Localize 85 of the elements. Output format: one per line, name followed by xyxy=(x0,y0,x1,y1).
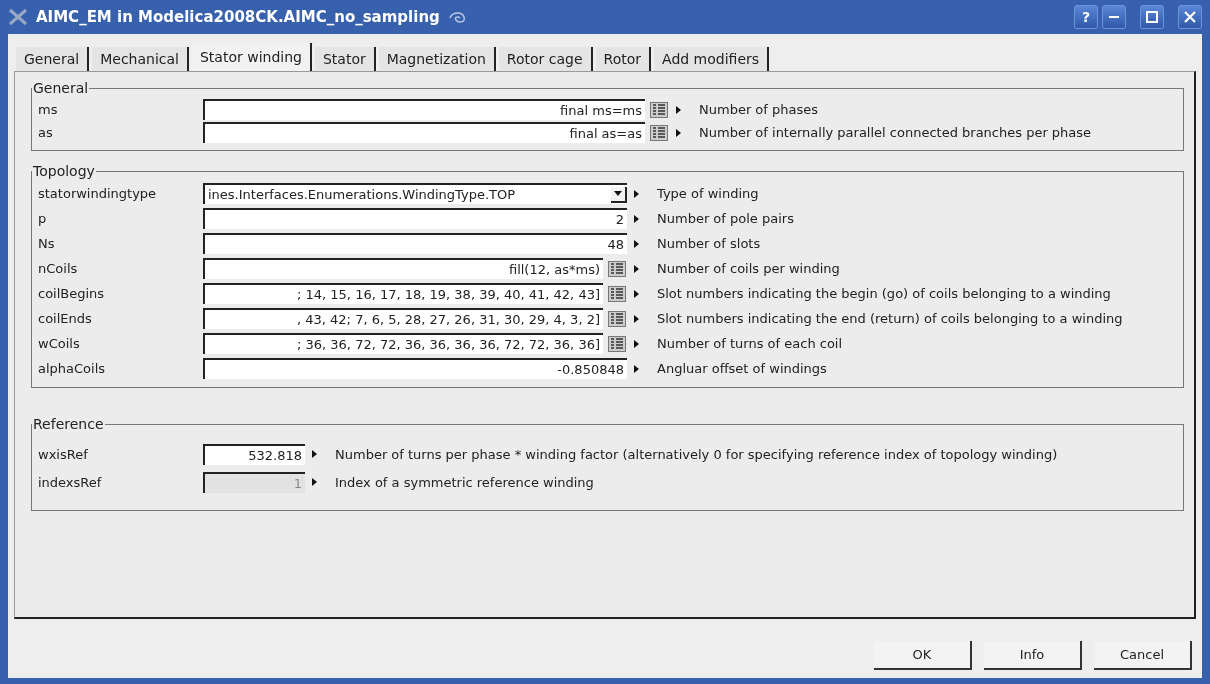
table-edit-button[interactable] xyxy=(607,284,627,303)
table-icon xyxy=(608,260,626,277)
tab[interactable]: Stator winding xyxy=(191,43,312,71)
close-button[interactable] xyxy=(1178,5,1202,29)
group-title: General xyxy=(32,80,90,96)
parameter-label: wCoils xyxy=(38,336,81,351)
parameter-description: Number of turns of each coil xyxy=(657,335,843,352)
value-field: 1 xyxy=(203,471,305,493)
maximize-icon xyxy=(1146,11,1158,23)
menu-arrow-icon[interactable] xyxy=(631,187,641,200)
menu-arrow-icon[interactable] xyxy=(673,103,683,116)
parameter-label: wxisRef xyxy=(38,446,89,462)
value-field[interactable]: fill(12, as*ms) xyxy=(203,258,603,279)
dialog-button[interactable]: Cancel xyxy=(1094,641,1192,670)
minimize-button[interactable] xyxy=(1102,5,1126,29)
value-field[interactable]: 2 xyxy=(203,208,627,229)
table-edit-button[interactable] xyxy=(607,259,627,278)
value-field[interactable]: , 43, 42; 7, 6, 5, 28, 27, 26, 31, 30, 29, 4, 3, 2] xyxy=(203,308,603,329)
parameter-description: Angluar offset of windings xyxy=(657,360,827,377)
parameter-label: nCoils xyxy=(38,261,79,276)
parameter-description: Number of internally parallel connected branches per phase xyxy=(699,124,1092,141)
table-icon xyxy=(650,124,668,141)
group-title: Reference xyxy=(32,416,105,432)
tab[interactable]: Rotor cage xyxy=(498,47,593,71)
parameter-description: Number of slots xyxy=(657,235,761,252)
tab[interactable]: Add modifiers xyxy=(654,47,770,71)
parameter-label: Ns xyxy=(38,236,56,251)
tab[interactable]: Mechanical xyxy=(92,47,189,71)
value-field[interactable]: -0.850848 xyxy=(203,358,627,379)
menu-arrow-icon[interactable] xyxy=(631,212,641,225)
table-edit-button[interactable] xyxy=(649,100,669,119)
dialog-button[interactable]: OK xyxy=(874,641,972,670)
parameter-label: as xyxy=(38,125,54,140)
parameter-description: Type of winding xyxy=(657,185,759,202)
parameter-description: Slot numbers indicating the end (return) of coils belonging to a winding xyxy=(657,310,1123,327)
parameter-label: p xyxy=(38,211,48,226)
parameter-label: alphaCoils xyxy=(38,361,107,376)
menu-arrow-icon[interactable] xyxy=(309,448,319,460)
parameter-label: coilBegins xyxy=(38,286,106,301)
tab[interactable]: General xyxy=(16,47,90,71)
menu-arrow-icon[interactable] xyxy=(631,337,641,350)
parameter-description: Number of pole pairs xyxy=(657,210,794,227)
parameter-label: statorwindingtype xyxy=(38,186,158,201)
table-icon xyxy=(608,285,626,302)
table-icon xyxy=(608,310,626,327)
table-edit-button[interactable] xyxy=(607,309,627,328)
table-edit-button[interactable] xyxy=(649,123,669,142)
value-field[interactable]: final as=as xyxy=(203,122,645,143)
dropdown-field[interactable]: ines.Interfaces.Enumerations.WindingType.TOP xyxy=(203,183,627,204)
help-button[interactable]: ? xyxy=(1074,5,1098,29)
swirl-icon xyxy=(447,10,466,24)
menu-arrow-icon[interactable] xyxy=(631,362,641,375)
value-field[interactable]: 48 xyxy=(203,233,627,254)
tab[interactable]: Rotor xyxy=(595,47,652,71)
parameter-description: Slot numbers indicating the begin (go) of coils belonging to a winding xyxy=(657,285,1111,302)
close-icon xyxy=(1184,11,1196,23)
menu-arrow-icon[interactable] xyxy=(631,237,641,250)
menu-arrow-icon[interactable] xyxy=(631,287,641,300)
parameter-description: Number of turns per phase * winding factor (alternatively 0 for specifying reference index of topology winding) xyxy=(335,445,1058,463)
minimize-icon xyxy=(1108,16,1120,18)
app-icon xyxy=(8,8,28,26)
parameter-label: indexsRef xyxy=(38,474,103,490)
parameter-label: ms xyxy=(38,102,59,117)
tab[interactable]: Stator xyxy=(314,47,376,71)
caret-icon xyxy=(614,190,622,197)
parameter-description: Number of phases xyxy=(699,101,819,118)
table-edit-button[interactable] xyxy=(607,334,627,353)
window-title: AIMC_EM in Modelica2008CK.AIMC_no_sampling xyxy=(36,8,440,26)
parameter-description: Number of coils per winding xyxy=(657,260,840,277)
tab[interactable]: Magnetization xyxy=(378,47,496,71)
parameter-label: coilEnds xyxy=(38,311,93,326)
parameter-description: Index of a symmetric reference winding xyxy=(335,473,594,491)
value-field[interactable]: final ms=ms xyxy=(203,99,645,120)
group-title: Topology xyxy=(32,163,96,179)
table-icon xyxy=(608,335,626,352)
menu-arrow-icon[interactable] xyxy=(631,262,641,275)
menu-arrow-icon[interactable] xyxy=(631,312,641,325)
value-field[interactable]: ; 14, 15, 16, 17, 18, 19, 38, 39, 40, 41, 42, 43] xyxy=(203,283,603,304)
table-icon xyxy=(650,101,668,118)
value-field[interactable]: 532.818 xyxy=(203,443,305,465)
dialog-button[interactable]: Info xyxy=(984,641,1082,670)
maximize-button[interactable] xyxy=(1140,5,1164,29)
menu-arrow-icon[interactable] xyxy=(673,126,683,139)
value-field[interactable]: ; 36, 36, 72, 72, 36, 36, 36, 36, 72, 72, 36, 36] xyxy=(203,333,603,354)
dropdown-button[interactable] xyxy=(611,186,627,203)
